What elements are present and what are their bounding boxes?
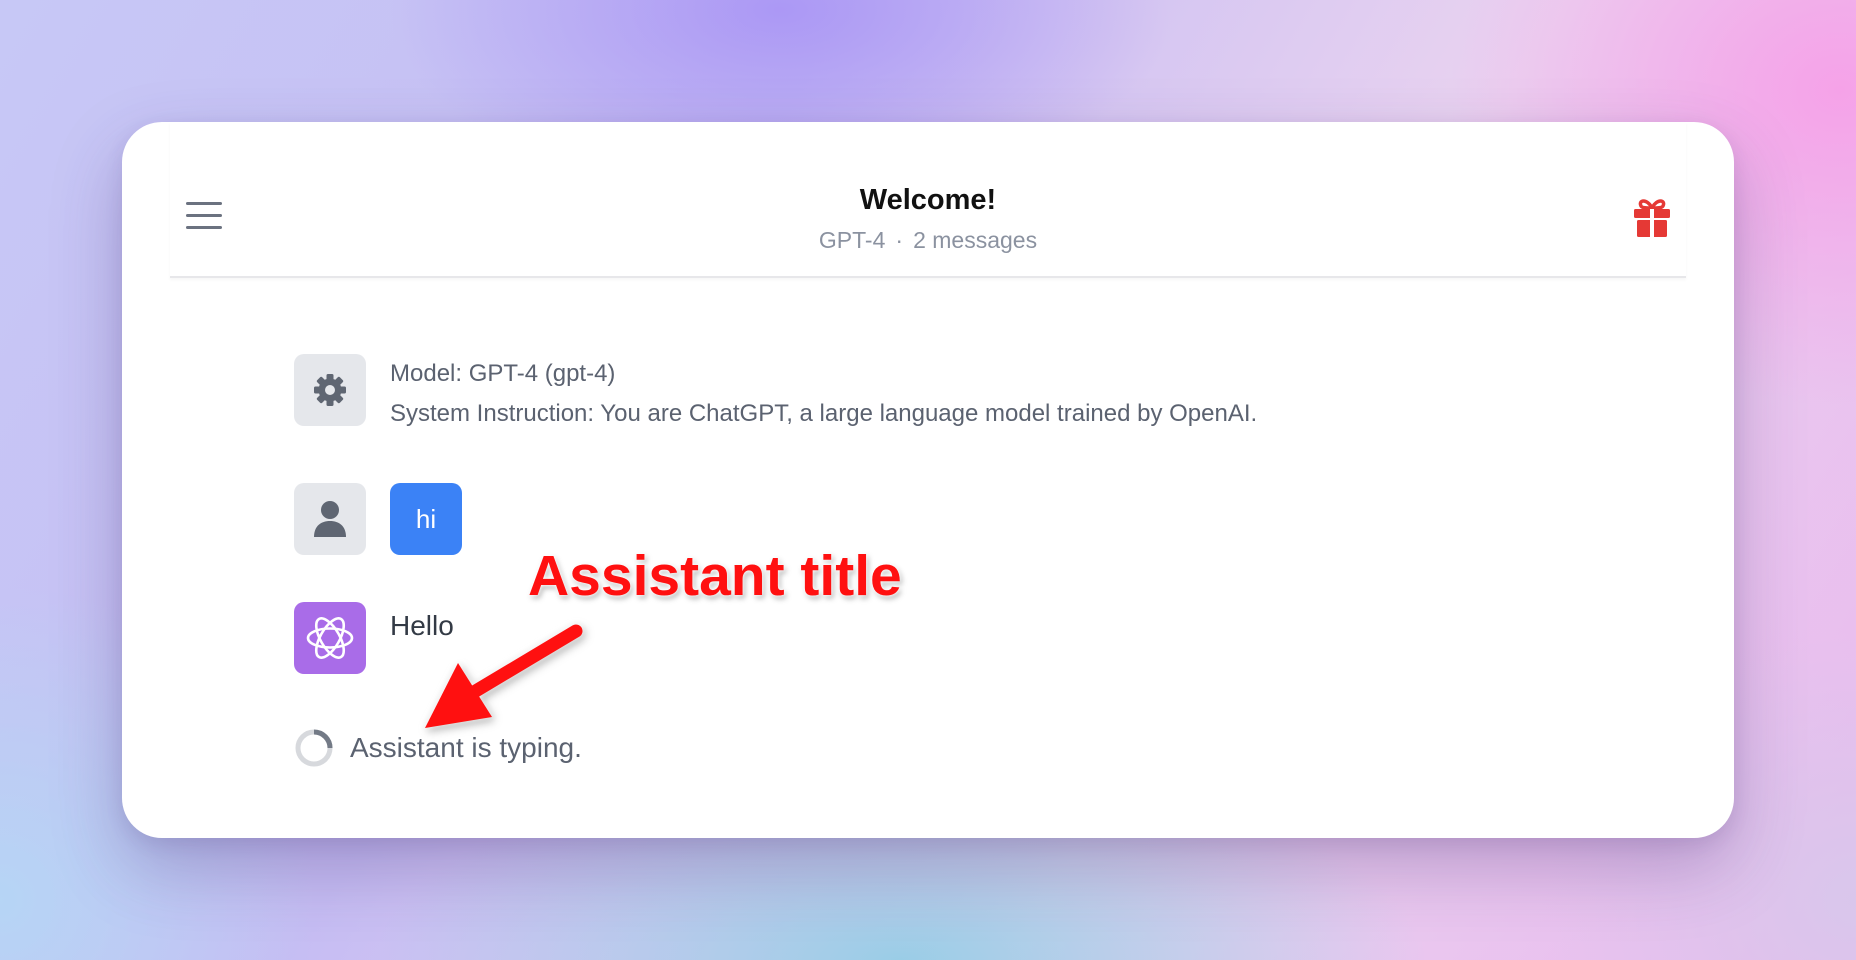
typing-indicator: Assistant is typing. <box>294 728 582 768</box>
chat-subtitle: GPT-4 · 2 messages <box>170 227 1686 254</box>
spinner-icon <box>295 729 333 767</box>
system-message: Model: GPT-4 (gpt-4) System Instruction:… <box>390 354 1257 434</box>
chat-window: Welcome! GPT-4 · 2 messages Model: GPT-4… <box>122 122 1734 838</box>
title-block: Welcome! GPT-4 · 2 messages <box>170 184 1686 254</box>
system-model-line: Model: GPT-4 (gpt-4) <box>390 360 616 387</box>
gift-button[interactable] <box>1632 196 1672 238</box>
system-avatar <box>294 354 366 426</box>
chat-header: Welcome! GPT-4 · 2 messages <box>170 122 1686 278</box>
user-message-bubble: hi <box>390 483 462 555</box>
system-instruction: System Instruction: You are ChatGPT, a l… <box>390 400 1258 427</box>
gear-icon <box>314 374 346 406</box>
model-name: GPT-4 <box>818 227 886 253</box>
openai-logo-icon <box>306 617 354 659</box>
gift-icon <box>1634 199 1670 237</box>
typing-text: Assistant is typing. <box>350 732 582 763</box>
annotation-label: Assistant title <box>528 544 902 608</box>
assistant-avatar <box>294 602 366 674</box>
page-title: Welcome! <box>859 184 997 216</box>
message-count: 2 messages <box>913 227 1038 253</box>
user-icon <box>314 501 346 537</box>
assistant-message: Hello <box>390 610 454 641</box>
user-avatar <box>294 483 366 555</box>
separator: · <box>895 227 904 253</box>
